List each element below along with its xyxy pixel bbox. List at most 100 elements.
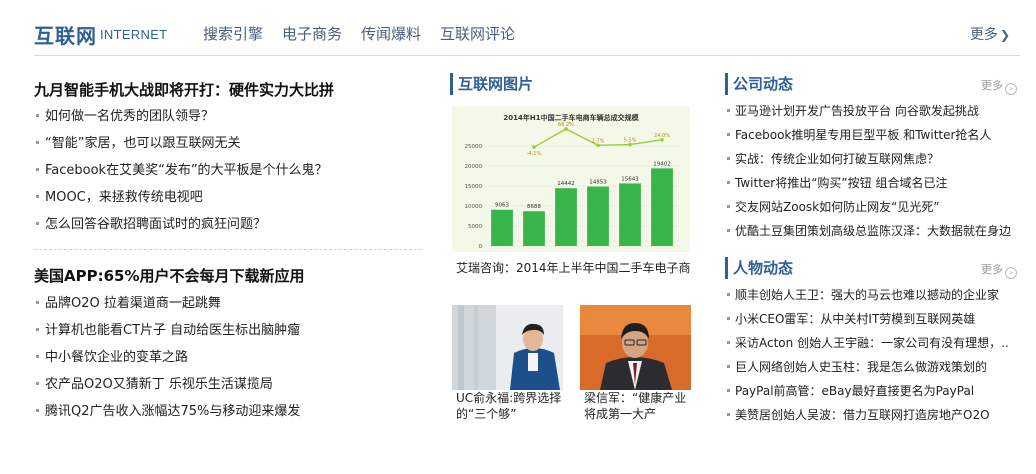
channel-title[interactable]: 互联网 (34, 20, 97, 49)
more-label: 更多 (981, 263, 1003, 276)
nav-item-internet-review[interactable]: 互联网评论 (440, 23, 515, 44)
chart-bars: 9063 8688 14442 14853 15643 19402 (491, 161, 673, 246)
person-photo-1 (452, 305, 563, 390)
list-item-text: 美赞居创始人吴波：借力互联网打造房地产O2O (735, 408, 990, 422)
chart-y-tick-label: 15000 (465, 184, 483, 190)
chart-caption[interactable]: 艾瑞咨询：2014年上半年中国二手车电子商 (456, 259, 691, 276)
list-item[interactable]: Facebook在艾美奖“发布”的大平板是个什么鬼？ (34, 157, 328, 184)
bullet-icon (36, 354, 39, 358)
chart-y-tick-label: 25000 (465, 144, 483, 150)
bullet-icon (727, 292, 730, 296)
nav-item-rumors[interactable]: 传闻爆料 (361, 23, 421, 44)
pictures-section-title[interactable]: 互联网图片 (458, 73, 533, 94)
list-item[interactable]: 美赞居创始人吴波：借力互联网打造房地产O2O (727, 403, 1015, 427)
list-item-text: Facebook推明星专用巨型平板 和Twitter抢名人 (735, 128, 992, 142)
list-item[interactable]: 腾讯Q2广告收入涨幅达75%与移动迎来爆发 (34, 398, 300, 425)
chart-bar-value-label: 8688 (527, 204, 541, 210)
list-item[interactable]: 亚马逊计划开发广告投放平台 向谷歌发起挑战 (727, 99, 1015, 123)
list-item[interactable]: 怎么回答谷歌招聘面试时的疯狂问题？ (34, 211, 328, 238)
chart-bar-value-label: 14853 (589, 180, 607, 186)
chart-bar-value-label: 19402 (653, 161, 671, 167)
list-item-text: 品牌O2O 拉着渠道商一起跳舞 (45, 296, 221, 311)
bullet-icon (36, 194, 39, 198)
section-divider (34, 249, 422, 250)
photo-uc-yu-yongfu[interactable] (452, 305, 563, 390)
list-item[interactable]: 如何做一名优秀的团队领导？ (34, 103, 328, 130)
company-section-title[interactable]: 公司动态 (733, 73, 793, 94)
pictures-section-header: 互联网图片 (450, 73, 690, 95)
more-link[interactable]: 更多 ❯ (970, 24, 1010, 44)
list-item-text: 采访Acton 创始人王宇融：一家公司有没有理想，.. (735, 336, 1009, 350)
list-item[interactable]: Facebook推明星专用巨型平板 和Twitter抢名人 (727, 123, 1015, 147)
list-item[interactable]: Twitter将推出“购买”按钮 组合域名已注 (727, 171, 1015, 195)
list-item-text: 农产品O2O又猜新丁 乐视乐生活谋揽局 (45, 377, 273, 392)
list-item-text: 顺丰创始人王卫：强大的马云也难以撼动的企业家 (735, 288, 1000, 302)
chevron-right-icon: ❯ (999, 28, 1010, 42)
chart-y-tick-label: 5000 (468, 224, 482, 230)
chart-growth-label: -4.1% (527, 151, 542, 157)
list-item-text: 计算机也能看CT片子 自动给医生标出脑肿瘤 (45, 323, 301, 338)
headline-2[interactable]: 美国APP:65%用户不会每月下载新应用 (34, 265, 305, 286)
bullet-icon (36, 381, 39, 385)
circle-arrow-icon: › (1005, 83, 1017, 95)
people-more-link[interactable]: 更多 › (981, 261, 1017, 279)
list-item[interactable]: 农产品O2O又猜新丁 乐视乐生活谋揽局 (34, 371, 300, 398)
chart-thumbnail[interactable]: 2014年H1中国二手车电商车辆总成交规模 25000 20000 15000 100… (452, 106, 690, 252)
photo-caption-2[interactable]: 梁信军：“健康产业将成第一大产 (584, 390, 697, 422)
chart-bar (555, 188, 577, 246)
list-item[interactable]: MOOC，来拯救传统电视吧 (34, 184, 328, 211)
bullet-icon (727, 228, 730, 232)
bullet-icon (727, 388, 730, 392)
list-item[interactable]: 品牌O2O 拉着渠道商一起跳舞 (34, 290, 300, 317)
list-item[interactable]: PayPal前高管：eBay最好直接更名为PayPal (727, 379, 1015, 403)
list-item[interactable]: 优酷土豆集团策划高级总监陈汉泽：大数据就在身边 (727, 219, 1015, 243)
list-item[interactable]: 顺丰创始人王卫：强大的马云也难以撼动的企业家 (727, 283, 1015, 307)
bullet-icon (36, 221, 39, 225)
chart-title: 2014年H1中国二手车电商车辆总成交规模 (503, 113, 639, 122)
list-item-text: 亚马逊计划开发广告投放平台 向谷歌发起挑战 (735, 104, 979, 118)
list-item-text: 小米CEO雷军：从中关村IT劳模到互联网英雄 (735, 312, 976, 326)
list-item[interactable]: 实战：传统企业如何打破互联网焦虑？ (727, 147, 1015, 171)
news-list-1: 如何做一名优秀的团队领导？ “智能”家居，也可以跟互联网无关 Facebook在… (34, 103, 328, 238)
list-item-text: 如何做一名优秀的团队领导？ (45, 109, 215, 124)
bullet-icon (727, 156, 730, 160)
channel-title-en[interactable]: INTERNET (100, 27, 167, 42)
chart-y-tick-label: 10000 (465, 204, 483, 210)
list-item[interactable]: 巨人网络创始人史玉柱：我是怎么做游戏策划的 (727, 355, 1015, 379)
bullet-icon (727, 108, 730, 112)
bullet-icon (727, 180, 730, 184)
bar-line-chart: 2014年H1中国二手车电商车辆总成交规模 25000 20000 15000 100… (465, 113, 678, 250)
channel-header: 互联网 INTERNET ↘ 搜索引擎 电子商务 传闻爆料 互联网评论 更多 ❯ (34, 16, 1020, 56)
list-item-text: Facebook在艾美奖“发布”的大平板是个什么鬼？ (45, 163, 328, 178)
list-item[interactable]: 交友网站Zoosk如何防止网友“见光死” (727, 195, 1015, 219)
list-item-text: 怎么回答谷歌招聘面试时的疯狂问题？ (45, 217, 267, 232)
list-item[interactable]: 中小餐饮企业的变革之路 (34, 344, 300, 371)
list-item-text: MOOC，来拯救传统电视吧 (45, 190, 203, 205)
chart-bar (651, 168, 673, 246)
person-photo-2 (580, 305, 691, 390)
chart-y-tick-label: 20000 (465, 164, 483, 170)
chart-growth-label: 5.5% (624, 138, 637, 144)
list-item[interactable]: 小米CEO雷军：从中关村IT劳模到互联网英雄 (727, 307, 1015, 331)
headline-1[interactable]: 九月智能手机大战即将开打：硬件实力大比拼 (34, 79, 334, 100)
bullet-icon (36, 300, 39, 304)
chart-bar (523, 211, 545, 246)
bullet-icon (727, 364, 730, 368)
list-item[interactable]: 采访Acton 创始人王宇融：一家公司有没有理想，.. (727, 331, 1015, 355)
list-item[interactable]: “智能”家居，也可以跟互联网无关 (34, 130, 328, 157)
nav-item-ecommerce[interactable]: 电子商务 (282, 23, 342, 44)
photo-caption-1[interactable]: UC俞永福:跨界选择的“三个够” (456, 390, 569, 422)
list-item[interactable]: 计算机也能看CT片子 自动给医生标出脑肿瘤 (34, 317, 300, 344)
list-item-text: Twitter将推出“购买”按钮 组合域名已注 (735, 176, 948, 190)
company-more-link[interactable]: 更多 › (981, 77, 1017, 95)
chart-growth-line: -4.1% 66.2% 2.7% 5.5% 24.0% (527, 122, 670, 157)
people-section-title[interactable]: 人物动态 (733, 257, 793, 278)
nav-item-search-engine[interactable]: 搜索引擎 (203, 23, 263, 44)
chart-bar-value-label: 9063 (495, 203, 509, 209)
list-item-text: 巨人网络创始人史玉柱：我是怎么做游戏策划的 (735, 360, 988, 374)
company-news-list: 亚马逊计划开发广告投放平台 向谷歌发起挑战 Facebook推明星专用巨型平板 … (727, 99, 1015, 243)
photo-liang-xinjun[interactable] (580, 305, 691, 390)
list-item-text: 交友网站Zoosk如何防止网友“见光死” (735, 200, 940, 214)
circle-arrow-icon: › (1005, 267, 1017, 279)
bullet-icon (36, 140, 39, 144)
